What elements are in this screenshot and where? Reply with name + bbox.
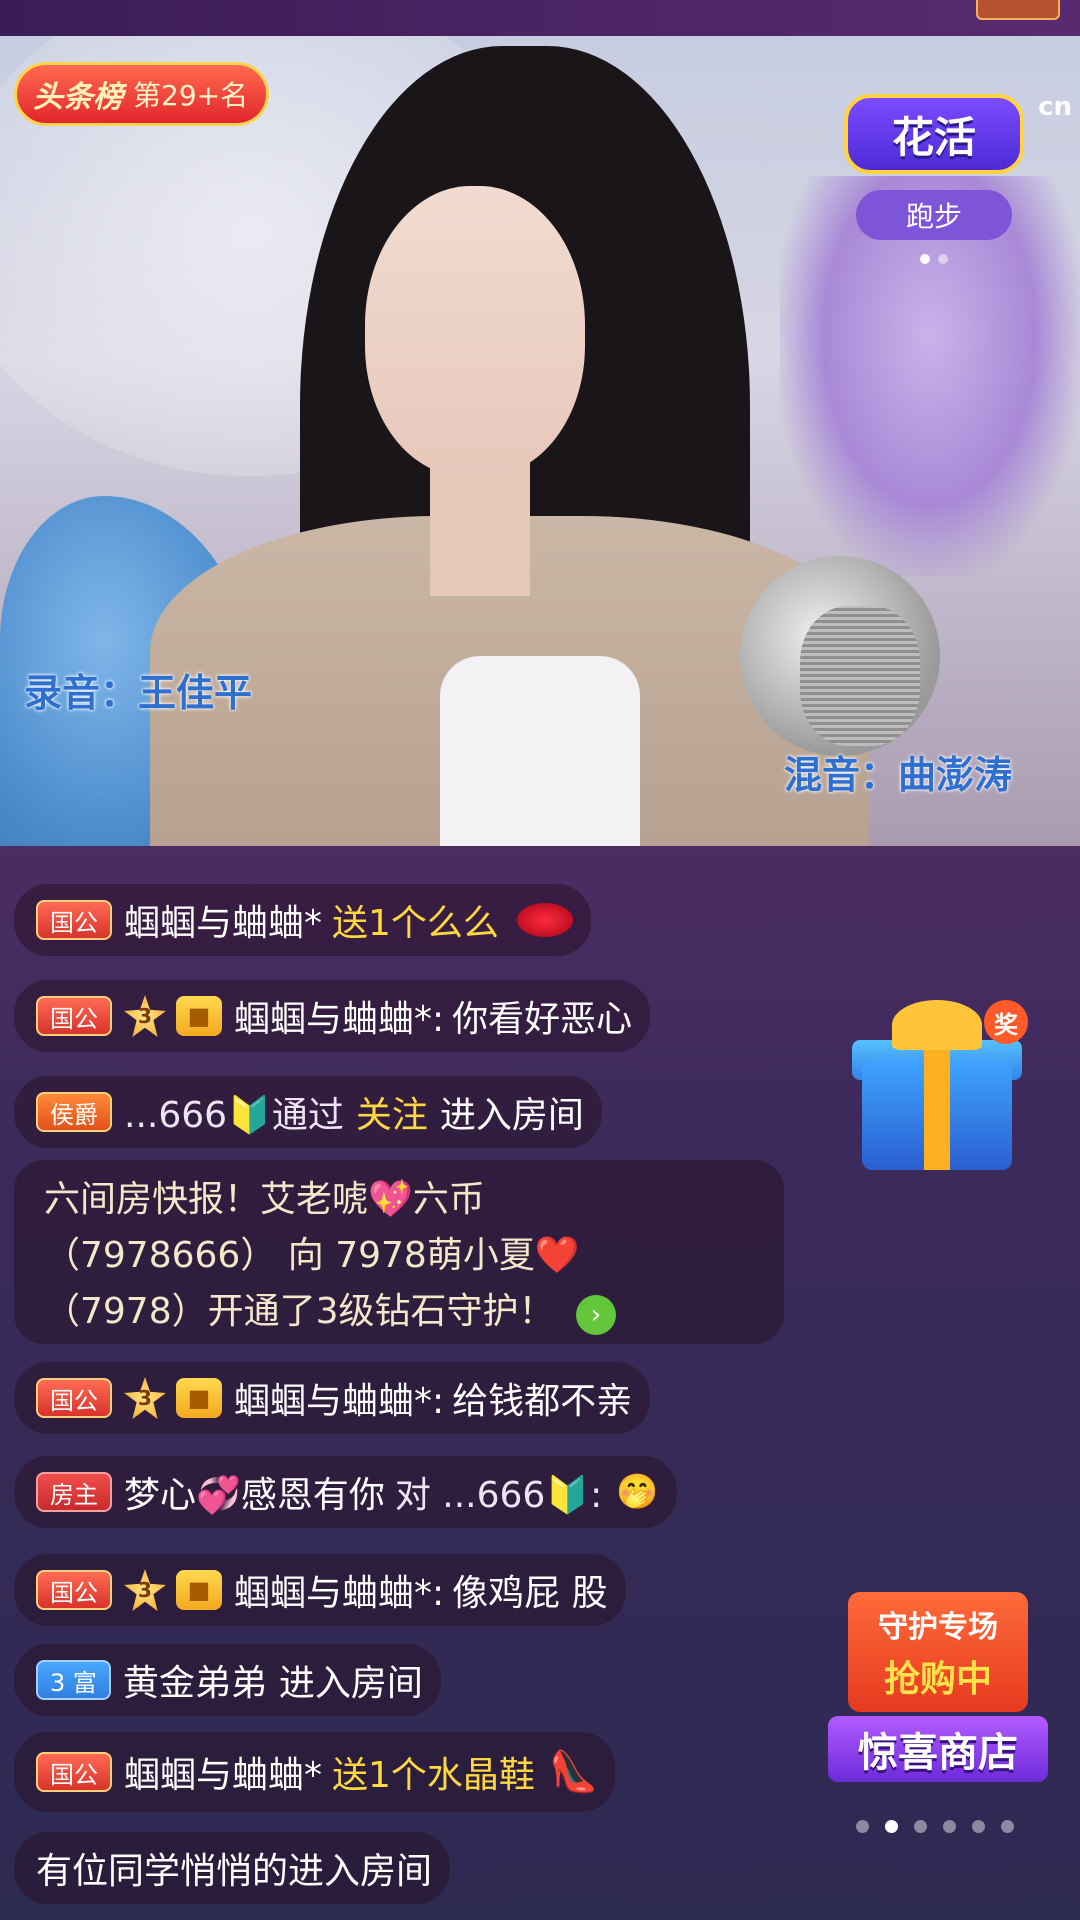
surprise-shop-banner[interactable]: 守护专场 抢购中 惊喜商店 — [828, 1592, 1048, 1802]
username[interactable]: 黄金弟弟 — [123, 1654, 267, 1706]
gift-box-reward[interactable]: 奖 — [852, 1000, 1028, 1180]
streamer-face — [365, 186, 585, 476]
shop-pager — [856, 1820, 1014, 1833]
news-line: （7978）开通了3级钻石守护！ › — [44, 1284, 754, 1340]
rank-badge: 侯爵 — [36, 1092, 112, 1132]
reward-tag: 奖 — [984, 1000, 1028, 1044]
user-avatar-icon: ■ — [176, 1378, 222, 1418]
message-text: 进入房间 — [439, 1095, 584, 1136]
message-text: 对 ...666🔰: — [394, 1475, 603, 1516]
chat-message[interactable]: 房主 梦心💞感恩有你 对 ...666🔰: 🤭 — [14, 1456, 677, 1528]
activity-pager — [920, 254, 948, 264]
top-bar — [0, 0, 1080, 36]
level-star-icon: 3 — [124, 1377, 166, 1419]
message-text: 给钱都不亲 — [452, 1381, 633, 1422]
rank-badge: 国公 — [36, 1570, 112, 1610]
message-text: 进入房间 — [278, 1663, 423, 1704]
chat-message[interactable]: 国公 蝈蝈与蛐蛐* 送1个么么 — [14, 884, 591, 956]
chat-message[interactable]: 国公 3 ■ 蝈蝈与蛐蛐*: 给钱都不亲 — [14, 1362, 651, 1434]
username[interactable]: 蝈蝈与蛐蛐*: — [234, 1564, 444, 1616]
message-text: 有位同学悄悄的进入房间 — [36, 1851, 433, 1892]
shop-name: 惊喜商店 — [828, 1716, 1048, 1782]
mixing-credit: 混音：曲澎涛 — [784, 753, 1013, 797]
microphone — [800, 606, 920, 746]
message-text: 你看好恶心 — [452, 999, 633, 1040]
emoji: 🤭 — [616, 1472, 659, 1512]
news-line: 六间房快报！艾老唬💖六币 — [44, 1179, 485, 1220]
wealth-badge: 3 富 — [36, 1660, 111, 1700]
username[interactable]: 蝈蝈与蛐蛐* — [124, 1746, 322, 1798]
chat-message[interactable]: 侯爵 ...666🔰通过 关注 进入房间 — [14, 1076, 602, 1148]
gift-box-ribbon — [924, 1040, 950, 1170]
recording-credit: 录音：王佳平 — [24, 671, 253, 715]
news-line: （7978666） 向 7978萌小夏❤️ — [44, 1235, 580, 1276]
chevron-right-icon[interactable]: › — [575, 1295, 616, 1335]
chat-message[interactable]: 国公 3 ■ 蝈蝈与蛐蛐*: 你看好恶心 — [14, 980, 651, 1052]
headline-rank-badge[interactable]: 头条榜 第29+名 — [14, 62, 270, 126]
username[interactable]: ...666🔰通过 — [124, 1086, 344, 1138]
level-star-icon: 3 — [124, 995, 166, 1037]
username[interactable]: 梦心💞感恩有你 — [124, 1466, 385, 1518]
gift-action: 送1个水晶鞋 — [332, 1755, 535, 1796]
chat-message[interactable]: 3 富 黄金弟弟 进入房间 — [14, 1644, 441, 1716]
rank-badge: 国公 — [36, 1752, 112, 1792]
rank-badge: 国公 — [36, 996, 112, 1036]
username[interactable]: 蝈蝈与蛐蛐* — [124, 894, 322, 946]
follow-highlight: 关注 — [355, 1095, 428, 1136]
level-star-icon: 3 — [124, 1569, 166, 1611]
shop-promo: 守护专场 抢购中 — [848, 1592, 1028, 1712]
activity-title: 花活 — [844, 94, 1024, 174]
watermark-text: cn — [1038, 92, 1072, 122]
gift-box-bow — [892, 1000, 982, 1050]
headline-title: 头条榜 — [33, 80, 123, 115]
streamer-shirt — [440, 656, 640, 846]
rank-badge: 国公 — [36, 1378, 112, 1418]
news-flash-message[interactable]: 六间房快报！艾老唬💖六币 （7978666） 向 7978萌小夏❤️ （7978… — [14, 1160, 784, 1344]
top-right-tag[interactable] — [976, 0, 1060, 20]
message-text: 像鸡屁 股 — [452, 1573, 608, 1614]
live-video[interactable]: 头条榜 第29+名 花活 跑步 cn 录音：王佳平 混音：曲澎涛 — [0, 36, 1080, 846]
chat-message[interactable]: 国公 3 ■ 蝈蝈与蛐蛐*: 像鸡屁 股 — [14, 1554, 626, 1626]
user-avatar-icon: ■ — [176, 1570, 222, 1610]
news-line-text: （7978）开通了3级钻石守护！ — [44, 1291, 555, 1332]
crystal-shoe-icon: 👠 — [548, 1749, 599, 1795]
username[interactable]: 蝈蝈与蛐蛐*: — [234, 990, 444, 1042]
shop-line-2: 抢购中 — [883, 1659, 992, 1700]
gift-action: 送1个么么 — [332, 903, 499, 944]
username[interactable]: 蝈蝈与蛐蛐*: — [234, 1372, 444, 1424]
kiss-gift-icon — [516, 903, 573, 937]
rank-badge: 国公 — [36, 900, 112, 940]
host-badge: 房主 — [36, 1472, 112, 1512]
chat-message[interactable]: 国公 蝈蝈与蛐蛐* 送1个水晶鞋 👠 — [14, 1732, 615, 1812]
chat-message[interactable]: 有位同学悄悄的进入房间 — [14, 1832, 451, 1904]
activity-subtitle: 跑步 — [856, 190, 1012, 240]
activity-widget[interactable]: 花活 跑步 — [844, 94, 1024, 264]
user-avatar-icon: ■ — [176, 996, 222, 1036]
headline-rank: 第29+名 — [133, 79, 249, 112]
shop-line-1: 守护专场 — [878, 1610, 998, 1645]
